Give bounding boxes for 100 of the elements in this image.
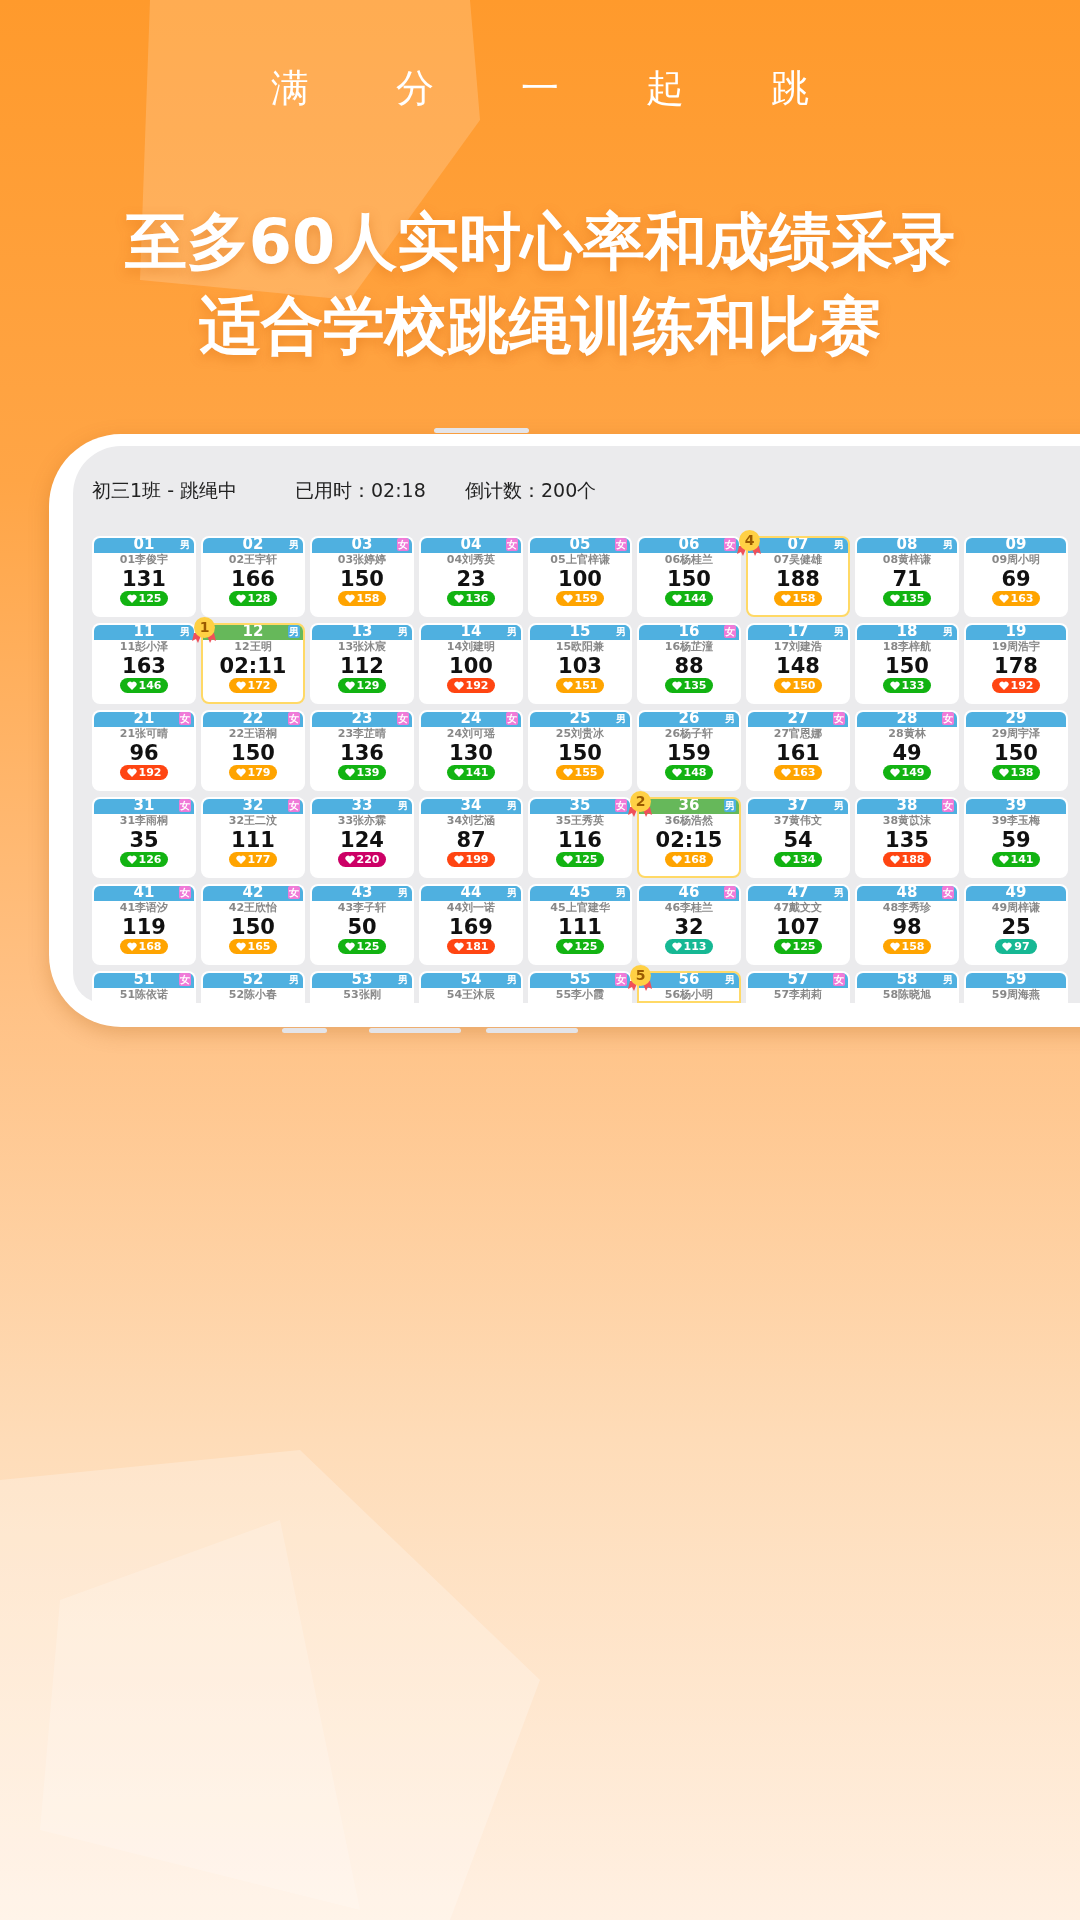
student-name: 23李芷晴 bbox=[337, 727, 387, 741]
heart-rate-badge: 146 bbox=[119, 678, 169, 693]
student-name: 54王沐辰 bbox=[446, 988, 496, 1001]
gender-tag: 女 bbox=[615, 799, 627, 812]
jump-score: 150 bbox=[340, 567, 384, 591]
gender-tag: 女 bbox=[942, 886, 954, 899]
heart-rate-badge: 129 bbox=[337, 678, 387, 693]
gender-tag: 男 bbox=[179, 625, 191, 638]
student-name: 36杨浩然 bbox=[664, 814, 714, 828]
gender-tag: 女 bbox=[397, 538, 409, 551]
student-number: 47 bbox=[787, 886, 809, 901]
gender-tag: 女 bbox=[724, 625, 736, 638]
student-number: 54 bbox=[460, 973, 482, 988]
student-name: 48李秀珍 bbox=[882, 901, 932, 915]
student-name: 01李俊宇 bbox=[119, 553, 169, 567]
gender-tag: 女 bbox=[288, 886, 300, 899]
student-number: 49 bbox=[1005, 886, 1027, 901]
heart-rate-badge: 128 bbox=[228, 591, 278, 606]
gender-tag: 女 bbox=[724, 886, 736, 899]
student-number: 57 bbox=[787, 973, 809, 988]
jump-score: 169 bbox=[449, 915, 493, 939]
jump-score: 49 bbox=[892, 741, 922, 765]
heart-rate-badge: 141 bbox=[991, 852, 1041, 867]
gender-tag: 男 bbox=[506, 799, 518, 812]
student-name: 14刘建明 bbox=[446, 640, 496, 654]
student-number: 13 bbox=[351, 625, 373, 640]
gender-tag: 男 bbox=[397, 886, 409, 899]
jump-score: 188 bbox=[776, 567, 820, 591]
student-name: 15欧阳兼 bbox=[555, 640, 605, 654]
heart-rate-badge: 125 bbox=[119, 591, 169, 606]
student-number: 21 bbox=[133, 712, 155, 727]
student-name: 17刘建浩 bbox=[773, 640, 823, 654]
student-name: 05上官梓谦 bbox=[550, 553, 610, 567]
jump-score: 87 bbox=[456, 828, 486, 852]
student-name: 57李莉莉 bbox=[773, 988, 823, 1001]
jump-score: 50 bbox=[347, 915, 377, 939]
student-name: 19周浩宇 bbox=[991, 640, 1041, 654]
heart-rate-badge: 155 bbox=[555, 765, 605, 780]
slogan: 满分一起跳 bbox=[270, 65, 896, 112]
student-number: 59 bbox=[1005, 973, 1027, 988]
gender-tag: 女 bbox=[833, 712, 845, 725]
jump-score: 107 bbox=[776, 915, 820, 939]
heart-rate-badge: 192 bbox=[446, 678, 496, 693]
heart-rate-badge: 158 bbox=[882, 939, 932, 954]
student-number: 14 bbox=[460, 625, 482, 640]
jump-score: 150 bbox=[667, 567, 711, 591]
student-name: 34刘艺涵 bbox=[446, 814, 496, 828]
student-number: 09 bbox=[1005, 538, 1027, 553]
student-number: 53 bbox=[351, 973, 373, 988]
student-name: 58陈晓旭 bbox=[882, 988, 932, 1001]
gender-tag: 男 bbox=[833, 625, 845, 638]
student-number: 46 bbox=[678, 886, 700, 901]
student-name: 21张可晴 bbox=[119, 727, 169, 741]
gender-tag: 女 bbox=[724, 538, 736, 551]
student-number: 05 bbox=[569, 538, 591, 553]
heart-rate-badge: 125 bbox=[555, 852, 605, 867]
gender-tag: 女 bbox=[397, 712, 409, 725]
gender-tag: 男 bbox=[506, 625, 518, 638]
heart-rate-badge: 168 bbox=[664, 852, 714, 867]
heart-rate-badge: 141 bbox=[446, 765, 496, 780]
jump-score: 32 bbox=[674, 915, 704, 939]
student-number: 08 bbox=[896, 538, 918, 553]
gender-tag: 女 bbox=[833, 973, 845, 986]
jump-score: 116 bbox=[558, 828, 602, 852]
heart-rate-badge: 135 bbox=[664, 678, 714, 693]
student-name: 45上官建华 bbox=[550, 901, 610, 915]
gender-tag: 男 bbox=[833, 886, 845, 899]
student-number: 12 bbox=[242, 625, 264, 640]
student-number: 29 bbox=[1005, 712, 1027, 727]
heart-rate-badge: 179 bbox=[228, 765, 278, 780]
student-name: 52陈小春 bbox=[228, 988, 278, 1001]
gender-tag: 男 bbox=[942, 625, 954, 638]
student-number: 48 bbox=[896, 886, 918, 901]
student-number: 11 bbox=[133, 625, 155, 640]
heart-rate-badge: 163 bbox=[991, 591, 1041, 606]
heart-rate-badge: 135 bbox=[882, 591, 932, 606]
jump-score: 163 bbox=[122, 654, 166, 678]
jump-score: 25 bbox=[1001, 915, 1031, 939]
heart-rate-badge: 134 bbox=[773, 852, 823, 867]
heart-rate-badge: 177 bbox=[228, 852, 278, 867]
jump-score: 124 bbox=[340, 828, 384, 852]
jump-score: 150 bbox=[231, 741, 275, 765]
student-number: 23 bbox=[351, 712, 373, 727]
student-name: 24刘可瑶 bbox=[446, 727, 496, 741]
heart-rate-badge: 158 bbox=[337, 591, 387, 606]
gender-tag: 男 bbox=[724, 799, 736, 812]
jump-score: 150 bbox=[231, 915, 275, 939]
headline: 至多60人实时心率和成绩采录 bbox=[124, 204, 956, 280]
heart-rate-badge: 168 bbox=[119, 939, 169, 954]
jump-score: 23 bbox=[456, 567, 486, 591]
student-number: 26 bbox=[678, 712, 700, 727]
heart-rate-badge: 199 bbox=[446, 852, 496, 867]
student-name: 11彭小泽 bbox=[119, 640, 169, 654]
jump-score: 150 bbox=[994, 741, 1038, 765]
heart-rate-badge: 149 bbox=[882, 765, 932, 780]
gender-tag: 男 bbox=[942, 973, 954, 986]
jump-score: 59 bbox=[1001, 828, 1031, 852]
student-name: 28黄林 bbox=[888, 727, 926, 741]
jump-score: 54 bbox=[783, 828, 813, 852]
heart-rate-badge: 139 bbox=[337, 765, 387, 780]
